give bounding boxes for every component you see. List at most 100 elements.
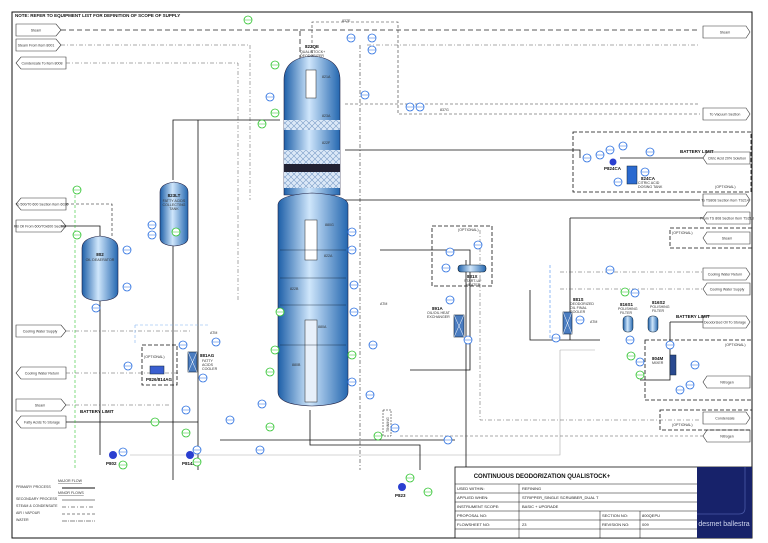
svg-text:STRIPPER_SINGLE SCRUBBER_DUAL: STRIPPER_SINGLE SCRUBBER_DUAL T xyxy=(522,495,599,500)
svg-text:SECONDARY PROCESS: SECONDARY PROCESS xyxy=(16,497,58,501)
svg-text:Cooling Water Supply: Cooling Water Supply xyxy=(23,330,58,334)
svg-text:FILTER: FILTER xyxy=(652,309,665,313)
svg-text:PRIMARY PROCESS: PRIMARY PROCESS xyxy=(16,485,51,489)
stream-nitrogen: Nitrogen xyxy=(702,375,751,389)
svg-text:APPLIED WHEN:: APPLIED WHEN: xyxy=(457,495,488,500)
svg-text:To Vacuum Section: To Vacuum Section xyxy=(710,113,741,117)
atm-label: ATM xyxy=(380,302,387,306)
final-cooler-881s: 881SDEODORIZEDOIL FINALCOOLER xyxy=(562,297,594,335)
svg-text:Steam: Steam xyxy=(720,31,730,35)
deaerator-name: OIL DEAERATOR xyxy=(86,258,115,262)
line-legend: MAJOR FLOW PRIMARY PROCESS MINOR FLOWS S… xyxy=(16,479,95,522)
piping xyxy=(61,21,703,500)
stream-to-vacuum: To Vacuum Section xyxy=(702,107,751,121)
fa-pump-optional: P826/814AG xyxy=(146,365,173,382)
deodorizer-column: 822QE QUALISTOCK+ DEODORIZER 821A 823A 8… xyxy=(277,44,349,407)
stream-cw-supply: Cooling Water Supply xyxy=(15,324,67,338)
stream-steam-right-2: Steam xyxy=(702,231,751,245)
svg-text:Cooling Water Return: Cooling Water Return xyxy=(25,372,59,376)
svg-text:EXCHANGER: EXCHANGER xyxy=(427,315,450,319)
svg-text:HEATER: HEATER xyxy=(466,283,481,287)
optional-label: (OPTIONAL) xyxy=(715,185,736,189)
atm-label: ATM xyxy=(590,320,597,324)
optional-label: (OPTIONAL) xyxy=(725,343,746,347)
svg-text:MINOR FLOWS: MINOR FLOWS xyxy=(58,491,84,495)
stream-steam-right: Steam xyxy=(702,25,751,39)
section-880g: 880G xyxy=(325,223,334,227)
stream-rb-oil-from: RB Oil From 600/70x600 Section xyxy=(14,219,67,233)
svg-text:FILTER: FILTER xyxy=(620,311,633,315)
svg-text:Cooling Water Supply: Cooling Water Supply xyxy=(710,288,745,292)
svg-text:P824CA: P824CA xyxy=(604,166,622,171)
svg-text:SECTION NO:: SECTION NO: xyxy=(602,513,628,518)
svg-text:MAJOR FLOW: MAJOR FLOW xyxy=(58,479,83,483)
battery-limit-label: BATTERY LIMIT xyxy=(680,149,714,154)
svg-text:Steam From Item 8001: Steam From Item 8001 xyxy=(18,44,55,48)
pump-p802: P802 xyxy=(106,451,117,466)
svg-text:FLOWSHEET NO:: FLOWSHEET NO: xyxy=(457,522,490,527)
stream-cw-return-right: Cooling Water Return xyxy=(702,267,751,281)
optional-label: (OPTIONAL) xyxy=(144,355,165,359)
optional-boxes xyxy=(141,131,753,431)
section-880a: 880A xyxy=(318,325,327,329)
stream-steam-2: Steam xyxy=(15,398,67,412)
deaerator-tag: 802 xyxy=(96,252,104,257)
section-821a: 821A xyxy=(322,75,331,79)
svg-text:To 500/70 600 Section Item 602: To 500/70 600 Section Item 6026 xyxy=(16,203,69,207)
svg-text:USED WITHIN:: USED WITHIN: xyxy=(457,486,485,491)
optional-label: (OPTIONAL) xyxy=(672,231,693,235)
drawing-frame xyxy=(11,11,753,539)
right-streams: Steam To Vacuum Section Citric Acid 20% … xyxy=(700,25,754,443)
drawing-title: CONTINUOUS DEODORIZATION QUALISTOCK+ xyxy=(474,474,611,480)
svg-text:800QEPU: 800QEPU xyxy=(642,513,660,518)
svg-text:23: 23 xyxy=(522,522,527,527)
scope-note: NOTE: REFER TO EQUIPMENT LIST FOR DEFINI… xyxy=(15,13,180,18)
stream-from-ts808: From TS 808 Section Item TS218 xyxy=(700,211,754,225)
svg-text:PROPOSAL NO:: PROPOSAL NO: xyxy=(457,513,487,518)
flowsheet-diagram: NOTE: REFER TO EQUIPMENT LIST FOR DEFINI… xyxy=(11,11,754,539)
deodorizer-name-2: DEODORIZER xyxy=(300,54,324,58)
svg-text:MIXER: MIXER xyxy=(652,361,664,365)
section-880b: 880B xyxy=(292,363,301,367)
svg-text:STEAM & CONDENSATE: STEAM & CONDENSATE xyxy=(16,504,58,508)
polishing-filter-1: 816S1POLISHINGFILTER xyxy=(618,302,638,333)
stream-to-500-section: To 500/70 600 Section Item 6026 xyxy=(15,197,69,211)
line-label-837e: 837E xyxy=(342,19,351,23)
startup-heater-831x: 831XSTART-UPHEATER xyxy=(457,264,487,287)
svg-text:From TS 808 Section Item TS218: From TS 808 Section Item TS218 xyxy=(700,217,753,221)
pump-p823: P823 xyxy=(395,483,406,498)
stream-steam-from: Steam From Item 8001 xyxy=(15,38,62,52)
svg-text:COOLER: COOLER xyxy=(202,367,218,371)
fa-tank-tag: 823LT xyxy=(168,193,181,198)
fa-cooler-881ag: 881AGFATTYACIDSCOOLER xyxy=(187,351,218,373)
svg-text:REFINING: REFINING xyxy=(522,486,541,491)
oil-exchanger-891a: 891AOIL/OIL HEATEXCHANGER xyxy=(427,306,465,338)
stream-to-ts808: To TS808 Section Item TS214 xyxy=(701,193,751,207)
svg-text:REVISION NO:: REVISION NO: xyxy=(602,522,629,527)
polishing-filter-2: 816S2POLISHINGFILTER xyxy=(647,300,670,333)
deodorizer-tag: 822QE xyxy=(305,44,319,49)
svg-text:Citric Acid 20% Solution: Citric Acid 20% Solution xyxy=(708,157,746,161)
svg-text:Fatty Acids To Storage: Fatty Acids To Storage xyxy=(24,421,60,425)
svg-text:Steam: Steam xyxy=(722,237,732,241)
svg-text:COOLER: COOLER xyxy=(570,310,586,314)
svg-text:881AG: 881AG xyxy=(200,353,215,358)
tinning-box: TINNING xyxy=(382,409,392,437)
svg-text:009: 009 xyxy=(642,522,649,527)
svg-text:TINNING: TINNING xyxy=(386,417,390,432)
stream-nitrogen-2: Nitrogen xyxy=(702,429,751,443)
svg-text:RB Oil From 600/70x600 Section: RB Oil From 600/70x600 Section xyxy=(14,225,67,229)
stream-steam-in: Steam xyxy=(15,23,62,37)
fa-tank-name-3: TANK xyxy=(169,207,179,211)
svg-text:Nitrogen: Nitrogen xyxy=(720,381,734,385)
stream-cw-supply-right: Cooling Water Supply xyxy=(702,282,751,296)
line-label-837g: 837G xyxy=(440,108,449,112)
optional-label: (OPTIONAL) xyxy=(458,228,479,232)
svg-text:Condensate To Item 8008: Condensate To Item 8008 xyxy=(21,62,62,66)
svg-text:Cooling Water Return: Cooling Water Return xyxy=(708,273,742,277)
stream-cw-return: Cooling Water Return xyxy=(15,366,67,380)
stream-deodorized-oil: Deodorized Oil To Storage xyxy=(702,315,751,329)
citric-pump: P824CA xyxy=(604,158,622,171)
svg-text:Condensate: Condensate xyxy=(715,417,734,421)
svg-text:P823: P823 xyxy=(395,493,406,498)
